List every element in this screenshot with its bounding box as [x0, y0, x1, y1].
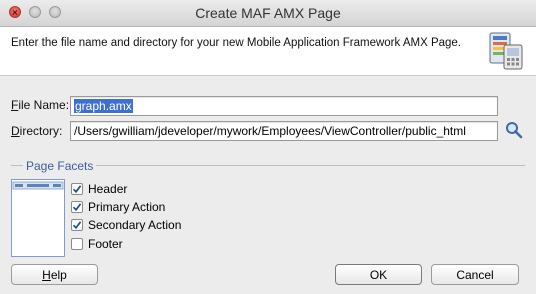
- group-divider: [11, 165, 23, 166]
- group-divider: [92, 165, 525, 166]
- search-icon[interactable]: [505, 121, 523, 139]
- footer-checkbox[interactable]: [71, 238, 83, 250]
- header-checkbox[interactable]: [71, 183, 83, 195]
- secondary-action-checkbox[interactable]: [71, 219, 83, 231]
- header-checkbox-label: Header: [88, 182, 128, 196]
- dialog-header: Enter the file name and directory for yo…: [0, 27, 536, 76]
- window-title: Create MAF AMX Page: [195, 5, 341, 21]
- file-name-input[interactable]: graph.amx: [70, 96, 498, 116]
- page-layout-preview: [11, 179, 65, 257]
- directory-value: /Users/gwilliam/jdeveloper/mywork/Employ…: [74, 124, 466, 138]
- directory-label: Directory:: [11, 124, 63, 138]
- ok-button[interactable]: OK: [335, 264, 422, 285]
- directory-input[interactable]: /Users/gwilliam/jdeveloper/mywork/Employ…: [70, 121, 498, 141]
- file-name-label: File Name:: [11, 98, 70, 112]
- primary-action-checkbox[interactable]: [71, 201, 83, 213]
- layout-preview-graphic: [12, 181, 64, 190]
- create-page-dialog: Create MAF AMX Page Enter the file name …: [0, 0, 536, 294]
- file-name-value: graph.amx: [74, 99, 133, 113]
- mobile-page-wizard-icon: [489, 32, 523, 70]
- primary-action-checkbox-label: Primary Action: [88, 200, 166, 214]
- dialog-description: Enter the file name and directory for yo…: [11, 37, 461, 49]
- page-facets-title: Page Facets: [23, 159, 97, 173]
- cancel-button[interactable]: Cancel: [431, 264, 519, 285]
- secondary-action-checkbox-label: Secondary Action: [88, 218, 182, 232]
- help-button[interactable]: Help: [11, 264, 98, 285]
- title-bar: Create MAF AMX Page: [0, 0, 536, 27]
- footer-checkbox-label: Footer: [88, 237, 123, 251]
